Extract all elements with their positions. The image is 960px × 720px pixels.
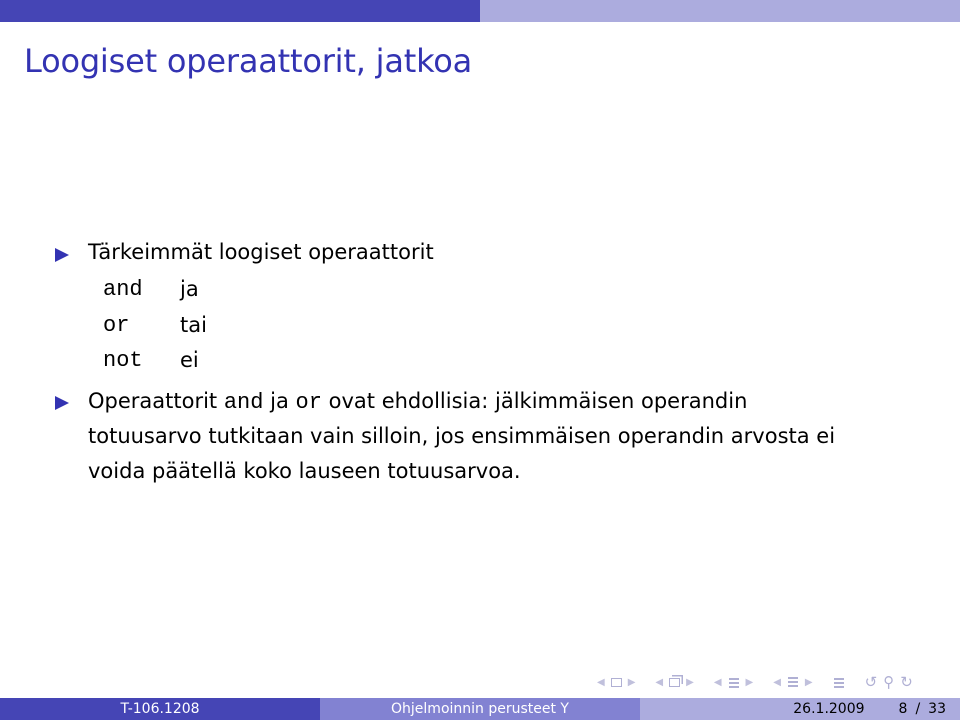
footer-date-page: 26.1.2009 8 / 33 [640, 698, 960, 720]
operator-meaning: ja [180, 277, 199, 301]
bullet-2-line-2: totuusarvo tutkitaan vain silloin, jos e… [88, 424, 836, 448]
back-icon[interactable]: ↺ [865, 673, 878, 691]
operator-code: and [103, 277, 143, 302]
document-next-icon[interactable]: ▶ [805, 677, 813, 688]
code-or: or [295, 390, 322, 415]
page-current: 8 [898, 701, 908, 717]
subsection-next-icon[interactable]: ▶ [686, 677, 694, 688]
footer-course-name: Ohjelmoinnin perusteet Y [320, 698, 640, 720]
header-segment-left [0, 0, 480, 22]
footer-course-code: T-106.1208 [0, 698, 320, 720]
operator-code: or [103, 313, 130, 338]
nav-document-group: ◀ ▶ [770, 676, 815, 688]
subsection-icon[interactable] [669, 677, 681, 687]
date-text: 26.1.2009 [793, 701, 865, 717]
bullet-2-line-3: voida päätellä koko lauseen totuusarvoa. [88, 459, 521, 483]
header-bar [0, 0, 960, 22]
footer-bar: T-106.1208 Ohjelmoinnin perusteet Y 26.1… [0, 698, 960, 720]
bullet-2-line-1: Operaattorit and ja or ovat ehdollisia: … [88, 389, 747, 415]
operator-meaning: tai [180, 313, 207, 337]
section-icon[interactable] [728, 676, 740, 688]
document-icon[interactable] [787, 676, 799, 688]
section-next-icon[interactable]: ▶ [746, 677, 754, 688]
operator-code: not [103, 348, 143, 373]
forward-icon[interactable]: ↻ [900, 673, 913, 691]
page-total: 33 [928, 701, 946, 717]
code-and: and [223, 390, 264, 415]
nav-appendix-group [830, 676, 848, 688]
course-code-text: T-106.1208 [120, 701, 200, 717]
operator-meaning: ei [180, 348, 199, 372]
beamer-navigation-bar: ◀ ▶ ◀ ▶ ◀ ▶ ◀ ▶ ↺ ⚲ ↻ [594, 672, 930, 692]
section-prev-icon[interactable]: ◀ [714, 677, 722, 688]
search-icon[interactable]: ⚲ [883, 673, 894, 691]
frame-prev-icon[interactable]: ◀ [597, 677, 605, 688]
bullet-1-text: Tärkeimmät loogiset operaattorit [88, 240, 434, 264]
document-prev-icon[interactable]: ◀ [773, 677, 781, 688]
appendix-icon[interactable] [833, 676, 845, 688]
course-name-text: Ohjelmoinnin perusteet Y [391, 701, 569, 717]
frame-icon[interactable] [610, 677, 622, 687]
nav-subsection-group: ◀ ▶ [652, 677, 696, 688]
text-segment: ja [270, 389, 289, 413]
bullet-triangle-icon [55, 248, 69, 262]
text-segment: ovat ehdollisia: jälkimmäisen operandin [328, 389, 748, 413]
text-segment: Operaattorit [88, 389, 218, 413]
nav-section-group: ◀ ▶ [711, 676, 756, 688]
slide-title: Loogiset operaattorit, jatkoa [24, 42, 473, 80]
frame-next-icon[interactable]: ▶ [628, 677, 636, 688]
bullet-triangle-icon [55, 396, 69, 410]
header-segment-right [480, 0, 960, 22]
subsection-prev-icon[interactable]: ◀ [655, 677, 663, 688]
nav-search-group: ↺ ⚲ ↻ [862, 673, 916, 691]
page-separator: / [915, 701, 921, 717]
nav-frame-group: ◀ ▶ [594, 677, 638, 688]
